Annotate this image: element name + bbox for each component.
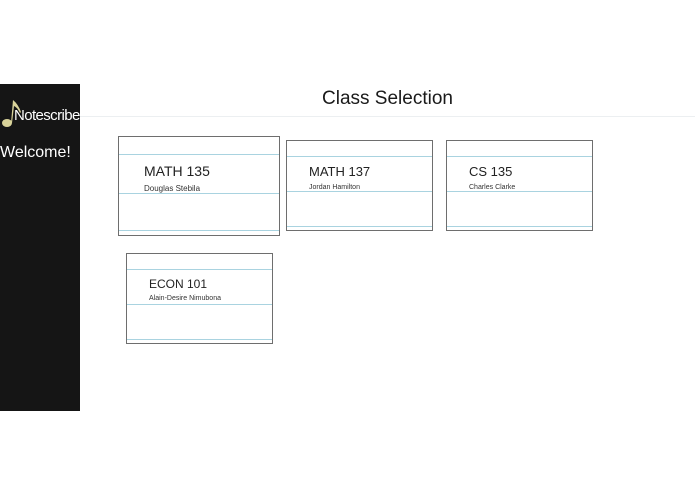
instructor-name: Douglas Stebila [144,184,201,193]
sidebar: Notescribe Welcome! [0,84,80,411]
course-name: MATH 135 [144,163,210,179]
card-rule [119,193,279,194]
card-rule [447,156,592,157]
class-card-math-137[interactable]: MATH 137 Jordan Hamilton [286,140,433,231]
card-rule [287,191,432,192]
instructor-name: Jordan Hamilton [309,184,360,191]
class-card-math-135[interactable]: MATH 135 Douglas Stebila [118,136,280,236]
logo[interactable]: Notescribe [0,98,80,132]
card-rule [127,339,272,340]
instructor-name: Charles Clarke [469,184,516,191]
card-rule [119,230,279,231]
card-rule [127,269,272,270]
class-card-econ-101[interactable]: ECON 101 Alain-Desire Nimubona [126,253,273,344]
card-rule [287,156,432,157]
instructor-name: Alain-Desire Nimubona [149,295,221,302]
course-name: MATH 137 [309,164,371,179]
card-rule [287,226,432,227]
title-divider [80,116,695,117]
page-title: Class Selection [322,88,453,109]
card-rule [127,304,272,305]
card-rule [447,191,592,192]
course-name: ECON 101 [149,277,208,291]
class-card-cs-135[interactable]: CS 135 Charles Clarke [446,140,593,231]
welcome-text: Welcome! [0,144,71,161]
card-rule [447,226,592,227]
card-rule [119,154,279,155]
logo-text: Notescribe [14,107,80,124]
course-name: CS 135 [469,164,513,179]
